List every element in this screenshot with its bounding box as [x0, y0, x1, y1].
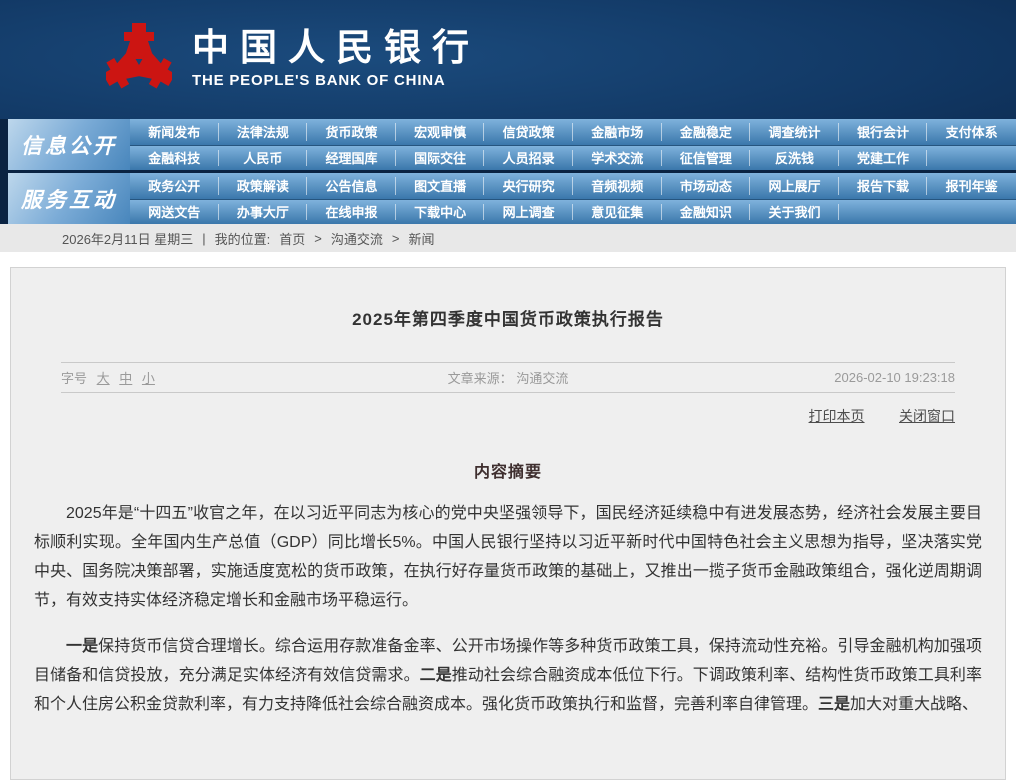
nav-item[interactable]: 征信管理: [662, 146, 751, 171]
pboc-emblem-icon: [106, 20, 172, 98]
breadcrumb-divider: |: [202, 231, 205, 246]
site-header: 中国人民银行 THE PEOPLE'S BANK OF CHINA: [0, 0, 1016, 119]
nav-item[interactable]: 网上展厅: [750, 173, 839, 199]
nav-item[interactable]: 经理国库: [307, 146, 396, 171]
nav-item[interactable]: 图文直播: [396, 173, 485, 199]
breadcrumb-section[interactable]: 沟通交流: [331, 229, 383, 248]
breadcrumb: 2026年2月11日 星期三 | 我的位置: 首页 > 沟通交流 > 新闻: [0, 224, 1016, 252]
nav-section-info: 信息公开 新闻发布法律法规货币政策宏观审慎信贷政策金融市场金融稳定调查统计银行会…: [8, 119, 1016, 170]
article-meta-bar: 字号 大 中 小 文章来源： 沟通交流 2026-02-10 19:23:18: [61, 362, 955, 393]
nav-item[interactable]: 下载中心: [396, 200, 485, 225]
nav-section-label[interactable]: 服务互动: [8, 173, 130, 224]
nav-item[interactable]: 在线申报: [307, 200, 396, 225]
nav-item[interactable]: 宏观审慎: [396, 119, 485, 145]
nav-item[interactable]: 政务公开: [130, 173, 219, 199]
nav-item[interactable]: 反洗钱: [750, 146, 839, 171]
nav-item[interactable]: 支付体系: [927, 119, 1016, 145]
nav-item[interactable]: 报告下载: [839, 173, 928, 199]
nav-item-empty: [839, 200, 928, 225]
nav-item[interactable]: 学术交流: [573, 146, 662, 171]
nav-item[interactable]: 金融科技: [130, 146, 219, 171]
nav-item[interactable]: 网送文告: [130, 200, 219, 225]
nav-item[interactable]: 金融稳定: [662, 119, 751, 145]
nav-row: 新闻发布法律法规货币政策宏观审慎信贷政策金融市场金融稳定调查统计银行会计支付体系: [130, 119, 1016, 145]
current-date: 2026年2月11日 星期三: [62, 229, 193, 248]
nav-item[interactable]: 市场动态: [662, 173, 751, 199]
article-title: 2025年第四季度中国货币政策执行报告: [11, 268, 1005, 330]
breadcrumb-home[interactable]: 首页: [279, 229, 305, 248]
font-size-label: 字号: [61, 371, 87, 386]
nav-item[interactable]: 党建工作: [839, 146, 928, 171]
nav-item[interactable]: 政策解读: [219, 173, 308, 199]
nav-item-empty: [927, 200, 1016, 225]
bank-name-cn: 中国人民银行: [192, 29, 480, 70]
article-paragraph: 一是保持货币信贷合理增长。综合运用存款准备金率、公开市场操作等多种货币政策工具，…: [34, 632, 982, 719]
nav-item[interactable]: 国际交往: [396, 146, 485, 171]
pboc-logo[interactable]: 中国人民银行 THE PEOPLE'S BANK OF CHINA: [106, 20, 480, 98]
nav-item[interactable]: 音频视频: [573, 173, 662, 199]
nav-item[interactable]: 新闻发布: [130, 119, 219, 145]
publish-datetime: 2026-02-10 19:23:18: [834, 370, 955, 385]
nav-item[interactable]: 货币政策: [307, 119, 396, 145]
nav-row: 政务公开政策解读公告信息图文直播央行研究音频视频市场动态网上展厅报告下载报刊年鉴: [130, 173, 1016, 199]
nav-section-label[interactable]: 信息公开: [8, 119, 130, 170]
summary-heading: 内容摘要: [11, 458, 1005, 482]
nav-row: 金融科技人民币经理国库国际交往人员招录学术交流征信管理反洗钱党建工作: [130, 145, 1016, 171]
font-size-medium-button[interactable]: 中: [119, 371, 132, 386]
close-window-button[interactable]: 关闭窗口: [899, 408, 955, 424]
article-paragraphs: 2025年是“十四五”收官之年，在以习近平同志为核心的党中央坚强领导下，国民经济…: [34, 499, 982, 719]
nav-item[interactable]: 调查统计: [750, 119, 839, 145]
nav-item[interactable]: 央行研究: [484, 173, 573, 199]
font-size-large-button[interactable]: 大: [97, 371, 110, 386]
article-actions: 打印本页 关闭窗口: [61, 406, 955, 426]
nav-item[interactable]: 人民币: [219, 146, 308, 171]
bank-name-en: THE PEOPLE'S BANK OF CHINA: [192, 72, 480, 89]
nav-item[interactable]: 金融市场: [573, 119, 662, 145]
nav-item-empty: [927, 146, 1016, 171]
nav-item[interactable]: 金融知识: [662, 200, 751, 225]
nav-row: 网送文告办事大厅在线申报下载中心网上调查意见征集金融知识关于我们: [130, 199, 1016, 225]
nav-item[interactable]: 法律法规: [219, 119, 308, 145]
source-value: 沟通交流: [516, 371, 568, 386]
source-label: 文章来源：: [448, 371, 513, 386]
nav-item[interactable]: 网上调查: [484, 200, 573, 225]
breadcrumb-separator: >: [392, 231, 400, 246]
article-paragraph: 2025年是“十四五”收官之年，在以习近平同志为核心的党中央坚强领导下，国民经济…: [34, 499, 982, 615]
nav-item[interactable]: 关于我们: [750, 200, 839, 225]
nav-item[interactable]: 报刊年鉴: [927, 173, 1016, 199]
nav-item[interactable]: 人员招录: [484, 146, 573, 171]
article-container: 2025年第四季度中国货币政策执行报告 字号 大 中 小 文章来源： 沟通交流 …: [10, 267, 1006, 780]
breadcrumb-page[interactable]: 新闻: [409, 229, 435, 248]
nav-item[interactable]: 意见征集: [573, 200, 662, 225]
nav-item[interactable]: 银行会计: [839, 119, 928, 145]
nav-item[interactable]: 信贷政策: [484, 119, 573, 145]
print-page-button[interactable]: 打印本页: [809, 408, 865, 424]
font-size-small-button[interactable]: 小: [142, 371, 155, 386]
location-label: 我的位置:: [215, 229, 271, 248]
nav-item[interactable]: 办事大厅: [219, 200, 308, 225]
nav-section-service: 服务互动 政务公开政策解读公告信息图文直播央行研究音频视频市场动态网上展厅报告下…: [8, 173, 1016, 224]
nav-item[interactable]: 公告信息: [307, 173, 396, 199]
main-navigation: 信息公开 新闻发布法律法规货币政策宏观审慎信贷政策金融市场金融稳定调查统计银行会…: [0, 119, 1016, 224]
breadcrumb-separator: >: [314, 231, 322, 246]
